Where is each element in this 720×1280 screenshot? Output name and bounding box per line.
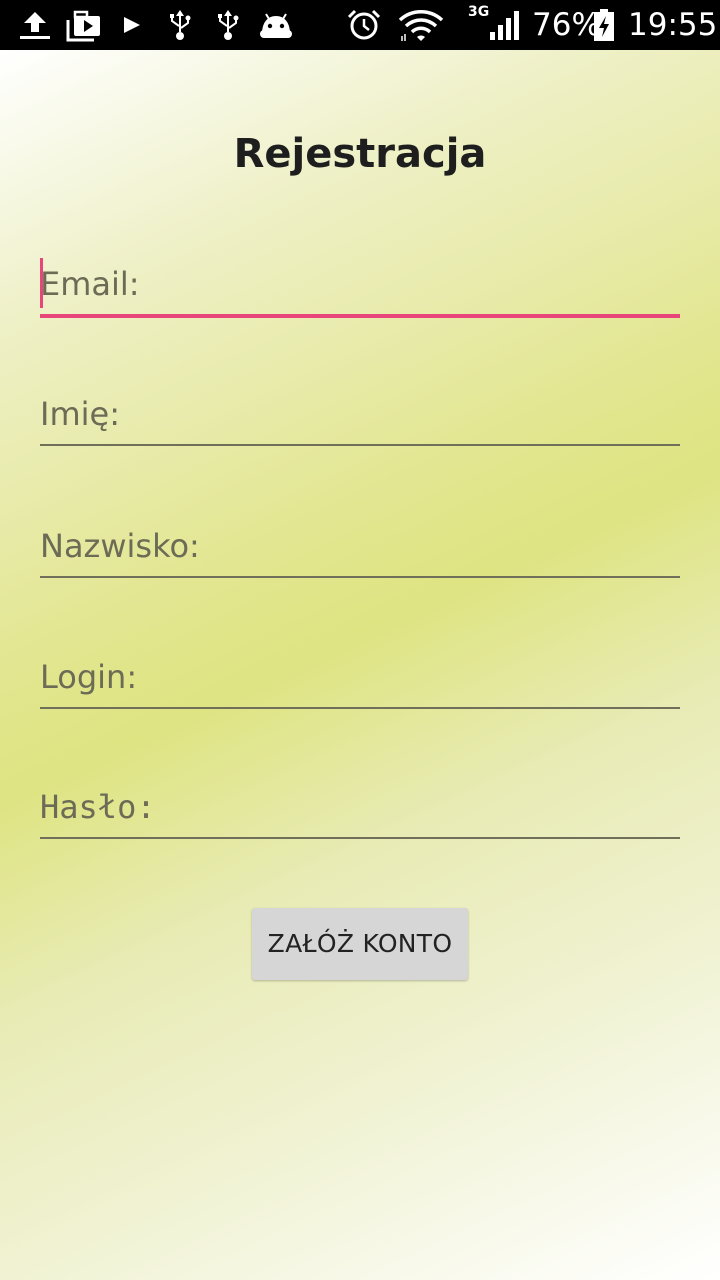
alarm-icon [347, 9, 381, 40]
login-placeholder: Login: [40, 658, 138, 696]
wifi-icon [398, 10, 444, 41]
clock: 19:55 [628, 7, 718, 43]
battery-percent: 76% [532, 7, 601, 43]
battery-charging-icon [594, 9, 614, 41]
last-name-field[interactable]: Nazwisko: [40, 516, 680, 578]
email-placeholder: Email: [40, 265, 140, 303]
media-share-icon [66, 10, 100, 42]
usb-icon [170, 10, 191, 40]
password-field[interactable]: Hasło: [40, 777, 680, 839]
status-bar: 3G 76% 19:55 [0, 0, 720, 50]
android-icon [260, 13, 292, 38]
password-placeholder: Hasło: [40, 788, 156, 826]
signal-icon [490, 11, 519, 40]
first-name-placeholder: Imię: [40, 395, 120, 433]
registration-screen: Rejestracja Email: Imię: Nazwisko: Login… [0, 50, 720, 1280]
email-field[interactable]: Email: [40, 254, 680, 318]
create-account-button[interactable]: ZAŁÓŻ KONTO [252, 908, 468, 980]
upload-icon [20, 12, 50, 39]
first-name-field[interactable]: Imię: [40, 384, 680, 446]
usb-icon [218, 10, 239, 40]
play-icon [124, 17, 140, 33]
login-field[interactable]: Login: [40, 647, 680, 709]
last-name-placeholder: Nazwisko: [40, 527, 200, 565]
page-title: Rejestracja [233, 131, 487, 177]
